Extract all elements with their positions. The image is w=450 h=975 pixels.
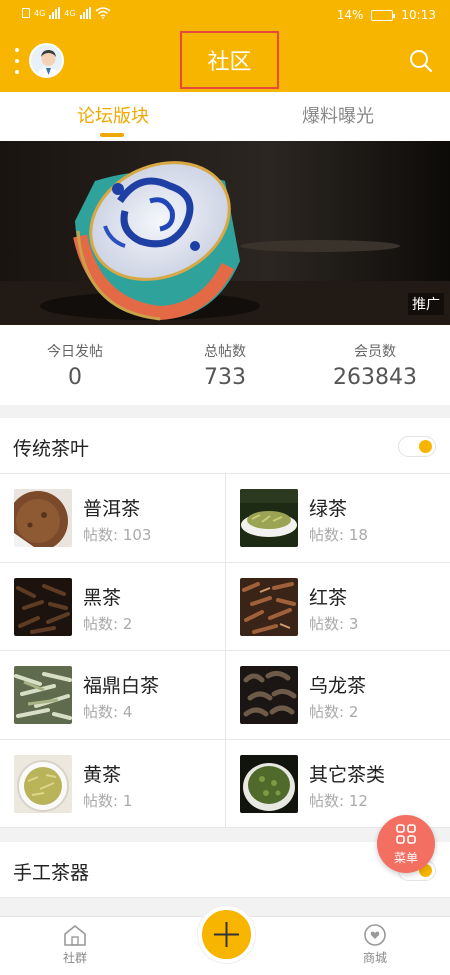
stat-today-posts: 今日发帖 0	[0, 325, 150, 405]
tab-forum-sections[interactable]: 论坛版块	[38, 102, 188, 128]
oolong-thumbnail	[240, 666, 298, 724]
nav-community-label: 社群	[62, 951, 87, 965]
nav-shop-label: 商城	[362, 951, 387, 965]
category-count: 帖数: 1	[83, 791, 133, 810]
category-fuding-white[interactable]: 福鼎白茶 帖数: 4	[0, 651, 225, 740]
category-dark-tea[interactable]: 黑茶 帖数: 2	[0, 563, 225, 651]
stat-label: 会员数	[354, 344, 396, 360]
avatar[interactable]	[29, 43, 64, 78]
category-count: 帖数: 2	[309, 703, 359, 721]
category-count: 帖数: 12	[309, 791, 368, 810]
heart-chat-icon	[364, 924, 386, 946]
add-post-button[interactable]	[198, 906, 255, 963]
tab-bar: 论坛版块 爆料曝光	[0, 92, 450, 141]
search-icon[interactable]	[408, 48, 434, 74]
network-b-label: 4G	[64, 8, 76, 18]
app-header: 社区	[0, 30, 450, 92]
nav-community[interactable]: 社群	[45, 923, 105, 966]
network-indicators: 4G 4G	[22, 7, 111, 19]
category-name: 普洱茶	[83, 498, 141, 520]
category-green-tea[interactable]: 绿茶 帖数: 18	[225, 474, 450, 563]
category-grid: 普洱茶 帖数: 103 绿茶 帖数: 18 黑茶 帖数: 2 红茶 帖数: 3 …	[0, 474, 450, 828]
category-name: 黄茶	[83, 763, 122, 786]
menu-fab-label: 菜单	[393, 851, 418, 865]
signal-icon	[49, 7, 61, 19]
other-tea-thumbnail	[240, 754, 298, 813]
stat-total-posts: 总帖数 733	[150, 325, 300, 405]
yellow-tea-thumbnail	[14, 754, 72, 813]
category-count: 帖数: 4	[83, 703, 133, 721]
category-name: 绿茶	[309, 498, 348, 520]
sim-icon	[22, 8, 30, 18]
forum-stats: 今日发帖 0 总帖数 733 会员数 263843	[0, 325, 450, 405]
category-name: 乌龙茶	[309, 675, 367, 697]
stat-label: 今日发帖	[47, 344, 103, 360]
more-menu-icon[interactable]	[13, 48, 21, 74]
page-title: 社区	[207, 50, 252, 75]
menu-fab[interactable]: 菜单	[377, 815, 435, 873]
status-right: 14% 10:13	[337, 8, 436, 22]
category-yellow-tea[interactable]: 黄茶 帖数: 1	[0, 740, 225, 828]
plus-icon	[214, 922, 239, 947]
category-name: 黑茶	[83, 586, 122, 609]
wifi-icon	[95, 7, 111, 19]
grid-menu-icon	[396, 824, 416, 844]
category-oolong[interactable]: 乌龙茶 帖数: 2	[225, 651, 450, 740]
category-count: 帖数: 103	[83, 526, 152, 544]
category-name: 其它茶类	[309, 763, 386, 786]
category-black-tea[interactable]: 红茶 帖数: 3	[225, 562, 450, 651]
tab-exposure[interactable]: 爆料曝光	[263, 102, 413, 128]
stat-members: 会员数 263843	[300, 325, 450, 405]
stat-label: 总帖数	[204, 344, 246, 360]
teacup-image	[0, 141, 450, 325]
section-title: 手工茶器	[13, 862, 90, 884]
clock: 10:13	[401, 8, 436, 22]
home-icon	[64, 924, 86, 946]
white-tea-thumbnail	[14, 666, 72, 724]
black-tea-thumbnail	[240, 577, 298, 636]
green-tea-thumbnail	[240, 489, 298, 547]
category-name: 福鼎白茶	[83, 675, 160, 697]
title-highlight-box: 社区	[180, 31, 279, 89]
battery-icon	[371, 9, 396, 21]
stat-value: 263843	[333, 365, 417, 390]
stat-value: 0	[68, 365, 82, 390]
category-count: 帖数: 2	[83, 614, 133, 633]
section-toggle[interactable]	[398, 436, 436, 457]
active-tab-indicator	[100, 133, 124, 137]
category-puer[interactable]: 普洱茶 帖数: 103	[0, 474, 225, 563]
nav-shop[interactable]: 商城	[345, 923, 405, 966]
section-traditional-tea: 传统茶叶	[0, 418, 450, 474]
promo-banner[interactable]: 推广	[0, 141, 450, 325]
section-title: 传统茶叶	[13, 438, 90, 460]
promo-tag: 推广	[408, 293, 444, 315]
category-count: 帖数: 3	[309, 614, 359, 633]
status-bar: 4G 4G 14% 10:13	[0, 0, 450, 30]
puer-thumbnail	[14, 489, 72, 547]
stat-value: 733	[204, 365, 246, 390]
dark-tea-thumbnail	[14, 577, 72, 636]
battery-percent: 14%	[336, 8, 364, 22]
network-a-label: 4G	[34, 8, 46, 18]
category-other-tea[interactable]: 其它茶类 帖数: 12	[225, 739, 450, 828]
category-count: 帖数: 18	[309, 526, 368, 544]
signal-icon-2	[79, 7, 91, 19]
category-name: 红茶	[309, 586, 348, 609]
